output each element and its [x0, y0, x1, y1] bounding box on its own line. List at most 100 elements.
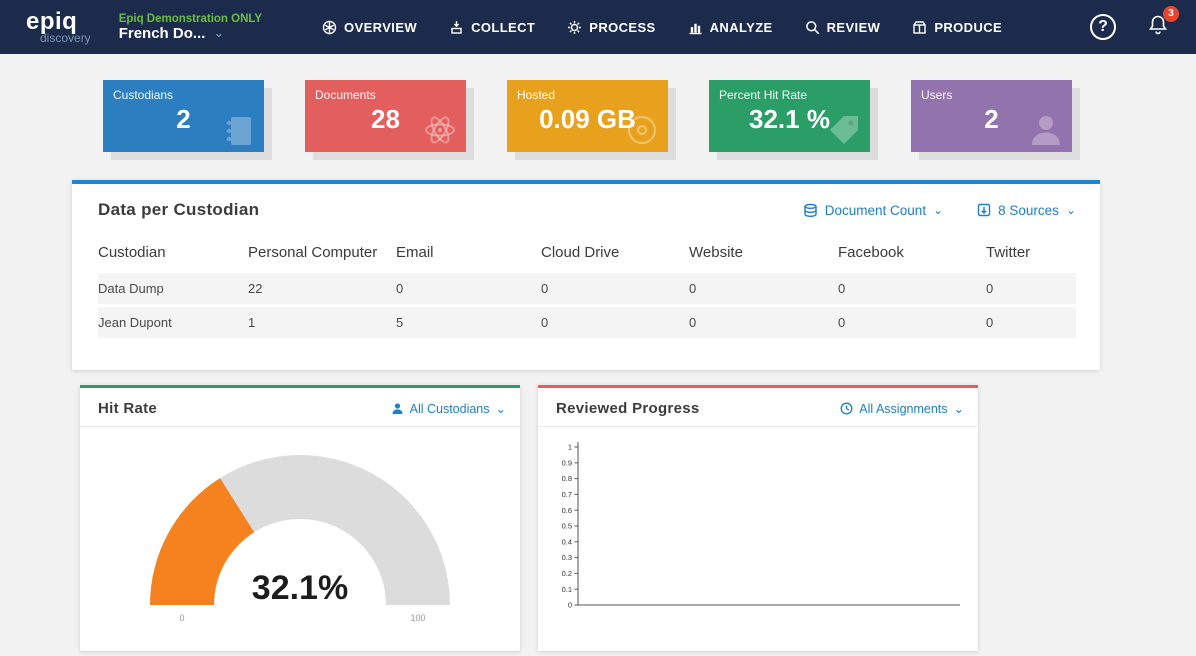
- menu-item-produce[interactable]: PRODUCE: [912, 20, 1002, 35]
- notification-badge: 3: [1163, 5, 1179, 22]
- stat-cards: Custodians 2 Documents 28 Hosted 0.09 GB…: [0, 54, 1196, 152]
- table-cell: Data Dump: [98, 281, 164, 296]
- top-nav: epiq discovery Epiq Demonstration ONLY F…: [0, 0, 1196, 54]
- custodians-dropdown[interactable]: All Custodians ⌄: [391, 401, 506, 416]
- stat-card-custodians[interactable]: Custodians 2: [103, 80, 264, 152]
- svg-text:0.7: 0.7: [562, 490, 572, 499]
- gauge-min-label: 0: [179, 613, 184, 623]
- svg-text:0.5: 0.5: [562, 522, 572, 531]
- svg-text:0: 0: [568, 601, 572, 610]
- table-cell: 0: [541, 315, 549, 330]
- project-name: French Do...: [118, 24, 206, 42]
- bottom-panels: Hit Rate All Custodians ⌄ 32.1% 0 100 Re…: [80, 385, 1196, 651]
- menu-label: PRODUCE: [934, 19, 1003, 35]
- table-cell: 0: [986, 281, 994, 296]
- magnifier-icon: [805, 20, 819, 34]
- chevron-down-icon: ⌄: [933, 203, 944, 217]
- table-header-cell: Personal Computer: [248, 243, 378, 261]
- stat-card-users[interactable]: Users 2: [911, 80, 1072, 152]
- source-box-icon: [977, 203, 991, 217]
- environment-label: Epiq Demonstration ONLY: [118, 12, 263, 25]
- custodian-panel: Data per Custodian Document Count ⌄ 8 So…: [72, 180, 1100, 370]
- stat-value: 2: [984, 104, 999, 134]
- overview-icon: [322, 20, 337, 34]
- svg-text:0.9: 0.9: [562, 458, 572, 467]
- menu-item-overview[interactable]: OVERVIEW: [322, 20, 417, 35]
- panel-title: Data per Custodian: [98, 200, 260, 219]
- table-header-cell: Website: [689, 243, 743, 261]
- stat-card-hit-rate[interactable]: Percent Hit Rate 32.1 %: [709, 80, 870, 152]
- stat-card-documents[interactable]: Documents 28: [305, 80, 466, 152]
- svg-text:0.1: 0.1: [562, 585, 572, 594]
- table-cell: 0: [986, 315, 994, 330]
- menu-item-analyze[interactable]: ANALYZE: [688, 20, 773, 35]
- table-cell: 5: [396, 315, 404, 330]
- svg-text:0.4: 0.4: [562, 537, 572, 546]
- svg-text:0.6: 0.6: [562, 506, 572, 515]
- table-cell: 0: [541, 281, 549, 296]
- box-icon: [913, 20, 927, 34]
- stat-label: Users: [921, 88, 953, 102]
- person-icon: [392, 403, 403, 414]
- stat-value: 2: [176, 104, 191, 134]
- stat-value: 28: [371, 104, 400, 134]
- menu-label: REVIEW: [826, 19, 881, 35]
- gauge-max-label: 100: [410, 613, 425, 623]
- assignments-dropdown[interactable]: All Assignments ⌄: [840, 401, 964, 416]
- stat-card-hosted[interactable]: Hosted 0.09 GB: [507, 80, 668, 152]
- metric-dropdown-label: Document Count: [824, 202, 927, 218]
- table-cell: 0: [838, 281, 846, 296]
- main-menu: OVERVIEW COLLECT PROCESS ANALYZE REVIEW …: [322, 20, 1002, 35]
- assignments-dropdown-label: All Assignments: [859, 401, 948, 416]
- table-header-cell: Email: [396, 243, 434, 261]
- custodians-dropdown-label: All Custodians: [409, 401, 490, 416]
- table-cell: 1: [248, 315, 256, 330]
- panel-title: Hit Rate: [98, 400, 158, 417]
- svg-text:1: 1: [568, 443, 572, 452]
- table-header-cell: Twitter: [986, 243, 1031, 261]
- table-cell: 0: [838, 315, 846, 330]
- menu-label: OVERVIEW: [344, 19, 418, 35]
- help-icon[interactable]: ?: [1090, 14, 1116, 40]
- table-row[interactable]: Data Dump 22 0 0 0 0 0: [98, 273, 1076, 304]
- stacked-discs-icon: [804, 203, 817, 217]
- chevron-down-icon: ⌄: [953, 402, 964, 416]
- table-row[interactable]: Jean Dupont 1 5 0 0 0 0: [98, 307, 1076, 338]
- svg-text:0.3: 0.3: [562, 553, 572, 562]
- hit-rate-panel: Hit Rate All Custodians ⌄ 32.1% 0 100: [80, 385, 520, 651]
- table-cell: 0: [689, 315, 697, 330]
- chevron-down-icon: ⌄: [213, 25, 225, 40]
- stat-label: Custodians: [113, 88, 174, 102]
- svg-text:0.2: 0.2: [562, 569, 572, 578]
- stat-value: 32.1 %: [749, 104, 830, 134]
- menu-label: COLLECT: [471, 19, 536, 35]
- chevron-down-icon: ⌄: [495, 402, 506, 416]
- menu-item-collect[interactable]: COLLECT: [449, 20, 535, 35]
- table-header-cell: Facebook: [838, 243, 904, 261]
- sources-dropdown-label: 8 Sources: [998, 202, 1059, 218]
- reviewed-panel: Reviewed Progress All Assignments ⌄ 0 0.1…: [538, 385, 978, 651]
- table-cell: 0: [689, 281, 697, 296]
- stat-label: Percent Hit Rate: [719, 88, 808, 102]
- table-cell: Jean Dupont: [98, 315, 172, 330]
- nav-right: ? 3: [1090, 5, 1179, 42]
- logo-sub: discovery: [40, 31, 91, 45]
- hit-rate-gauge: 32.1% 0 100: [150, 455, 450, 623]
- gear-icon: [568, 20, 582, 34]
- menu-label: PROCESS: [589, 19, 656, 35]
- clock-icon: [840, 402, 853, 415]
- chevron-down-icon: ⌄: [1065, 203, 1076, 217]
- project-selector[interactable]: Epiq Demonstration ONLY French Do... ⌄: [119, 13, 262, 42]
- table-cell: 22: [248, 281, 263, 296]
- reviewed-chart: 0 0.1 0.2 0.3 0.4 0.5 0.6 0.7 0.8 0.9 1: [562, 442, 960, 610]
- metric-dropdown[interactable]: Document Count ⌄: [803, 203, 943, 218]
- menu-item-process[interactable]: PROCESS: [567, 20, 655, 35]
- sources-dropdown[interactable]: 8 Sources ⌄: [977, 203, 1076, 218]
- menu-item-review[interactable]: REVIEW: [805, 20, 881, 35]
- table-header-cell: Cloud Drive: [541, 243, 620, 261]
- panel-title: Reviewed Progress: [556, 400, 700, 417]
- notifications-button[interactable]: 3: [1146, 5, 1179, 42]
- epiq-logo[interactable]: epiq discovery: [26, 10, 91, 45]
- table-cell: 0: [396, 281, 404, 296]
- stat-label: Hosted: [517, 88, 556, 102]
